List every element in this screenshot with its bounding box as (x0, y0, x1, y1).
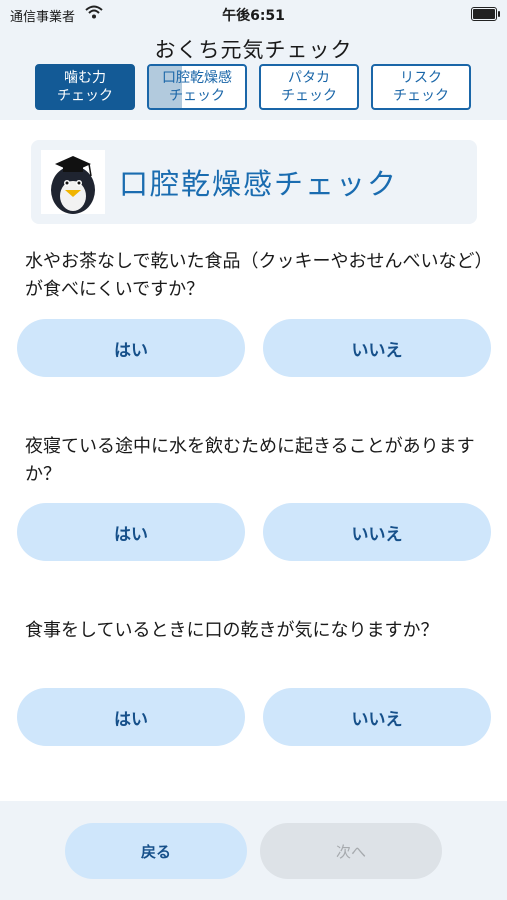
q3-yes-button[interactable]: はい (17, 688, 245, 746)
tab-label: リスク チェック (393, 70, 449, 104)
question-2-text: 夜寝ている途中に水を飲むために起きることがありますか？ (25, 436, 475, 485)
status-time: 午後6:51 (222, 8, 285, 24)
footer-nav: 戻る 次へ (0, 801, 507, 900)
question-3-text: 食事をしているときに口の乾きが気になりますか？ (25, 620, 439, 641)
battery-icon (471, 7, 500, 21)
question-1-text: 水やお茶なしで乾いた食品（クッキーやおせんべいなど）が食べにくいですか？ (25, 251, 484, 300)
back-button[interactable]: 戻る (65, 823, 247, 879)
q1-yes-button[interactable]: はい (17, 319, 245, 377)
tab-label: 噛む力 チェック (57, 70, 113, 104)
tab-label: 口腔乾燥感 チェック (162, 70, 232, 104)
q2-no-button[interactable]: いいえ (263, 503, 491, 561)
tab-risk-check[interactable]: リスク チェック (371, 64, 471, 110)
penguin-mascot-icon (41, 150, 105, 214)
q3-no-button[interactable]: いいえ (263, 688, 491, 746)
section-title: 口腔乾燥感チェック (119, 167, 399, 201)
app-title: おくち元気チェック (154, 38, 353, 62)
tab-chew-check[interactable]: 噛む力 チェック (35, 64, 135, 110)
tab-label: パタカ チェック (281, 70, 337, 104)
tab-pataka-check[interactable]: パタカ チェック (259, 64, 359, 110)
status-bar: 通信事業者 午後6:51 (0, 0, 507, 28)
tab-dry-mouth-check[interactable]: 口腔乾燥感 チェック (147, 64, 247, 110)
section-header-card: 口腔乾燥感チェック (31, 140, 477, 224)
next-button[interactable]: 次へ (260, 823, 442, 879)
header: おくち元気チェック 噛む力 チェック 口腔乾燥感 チェック パタカ チェック リ… (0, 28, 507, 120)
q1-no-button[interactable]: いいえ (263, 319, 491, 377)
q2-yes-button[interactable]: はい (17, 503, 245, 561)
